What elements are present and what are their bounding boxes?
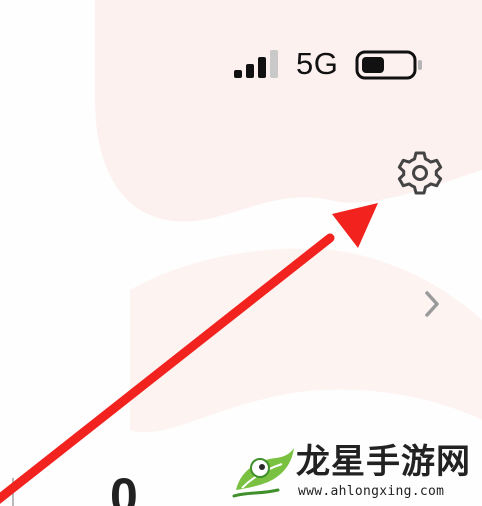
partial-value-text: 0 (110, 468, 138, 506)
gear-icon (397, 151, 443, 195)
settings-button[interactable] (395, 148, 445, 198)
dragon-leaf-logo (232, 448, 294, 498)
network-type-label: 5G (296, 46, 339, 81)
chevron-right-icon (425, 291, 439, 317)
battery-icon (355, 50, 422, 80)
site-watermark: 龙星手游网 www.ahlongxing.com (232, 440, 477, 504)
left-edge-divider (12, 478, 14, 506)
status-bar: 5G (233, 44, 428, 84)
row-chevron-button[interactable] (418, 287, 446, 321)
watermark-url: www.ahlongxing.com (298, 484, 445, 499)
cellular-signal-icon (234, 50, 278, 78)
watermark-title: 龙星手游网 (296, 442, 471, 482)
app-screen: 5G 0 龙星手游网 www.ahlongxing.com (0, 0, 482, 506)
